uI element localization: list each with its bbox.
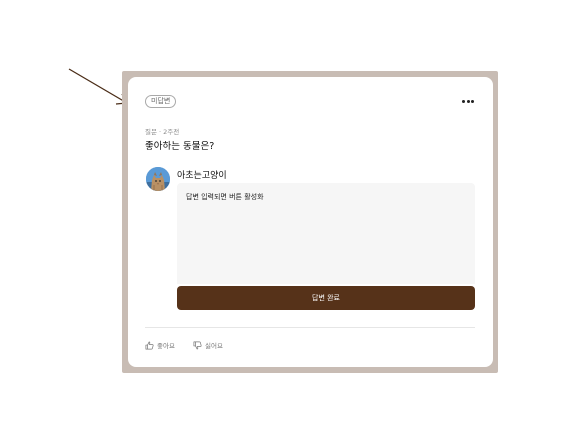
like-button[interactable]: 좋아요 [145, 340, 175, 350]
question-card: 미답변 질문 · 2주전 좋아하는 동물은? 아초는고양이 답변 입력되면 버튼… [128, 77, 493, 367]
divider [145, 327, 475, 328]
status-badge: 미답변 [145, 95, 177, 108]
question-meta: 질문 · 2주전 [145, 128, 180, 136]
question-title: 좋아하는 동물은? [145, 141, 215, 152]
thumbs-up-icon [145, 341, 154, 349]
dislike-label: 싫어요 [205, 342, 223, 350]
answer-username: 아초는고양이 [177, 171, 227, 181]
answer-input-value: 답변 입력되면 버튼 활성화 [186, 193, 264, 201]
more-options-icon[interactable] [460, 96, 476, 106]
like-label: 좋아요 [157, 342, 175, 350]
answer-textarea[interactable]: 답변 입력되면 버튼 활성화 [177, 183, 475, 284]
avatar [146, 167, 170, 191]
dislike-button[interactable]: 싫어요 [193, 340, 223, 350]
submit-answer-button[interactable]: 답변 완료 [177, 286, 475, 310]
thumbs-down-icon [193, 341, 202, 349]
